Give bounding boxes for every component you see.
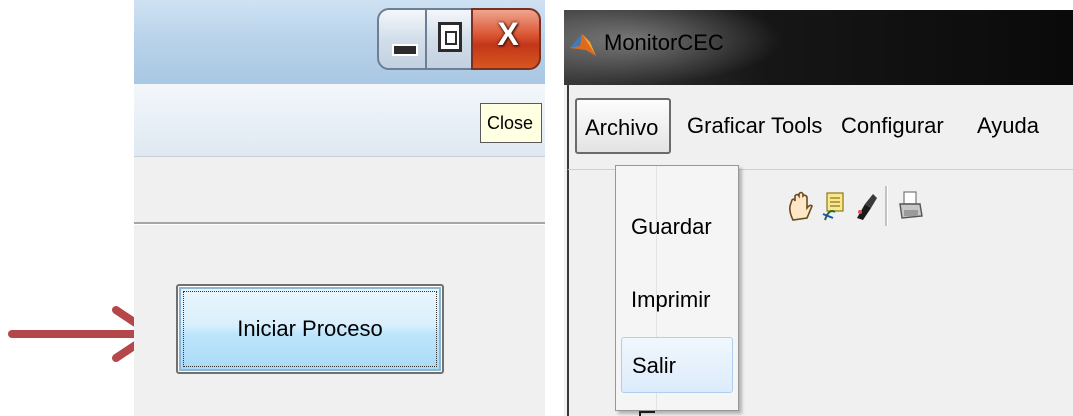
menu-graficar[interactable]: Graficar xyxy=(681,98,771,154)
brush-icon[interactable] xyxy=(851,190,881,222)
close-button[interactable]: X xyxy=(471,8,541,70)
minimize-button[interactable] xyxy=(377,8,427,70)
menu-item-salir[interactable]: Salir xyxy=(621,337,733,393)
restore-button[interactable] xyxy=(425,8,473,70)
window-titlebar: MonitorCEC xyxy=(564,10,1073,85)
menu-item-imprimir[interactable]: Imprimir xyxy=(621,272,733,328)
close-icon: X xyxy=(497,16,519,52)
archivo-dropdown-menu: Guardar Imprimir Salir xyxy=(615,165,739,411)
hand-icon[interactable] xyxy=(785,190,815,222)
close-tooltip: Close xyxy=(480,103,542,143)
menu-ayuda[interactable]: Ayuda xyxy=(971,98,1045,154)
right-window: MonitorCEC Archivo Graficar Tools Config… xyxy=(564,10,1073,416)
start-process-button[interactable]: Iniciar Proceso xyxy=(176,284,444,374)
separator xyxy=(134,222,545,225)
matlab-icon xyxy=(570,34,596,56)
menu-item-guardar[interactable]: Guardar xyxy=(621,199,733,255)
restore-icon xyxy=(438,22,462,52)
minimize-icon xyxy=(392,44,418,56)
window-title: MonitorCEC xyxy=(604,30,724,55)
menu-archivo[interactable]: Archivo xyxy=(575,98,671,154)
data-cursor-icon[interactable] xyxy=(819,190,849,222)
window-titlebar: X xyxy=(134,0,545,84)
print-icon[interactable] xyxy=(896,190,926,222)
menu-tools[interactable]: Tools xyxy=(765,98,828,154)
menu-configurar[interactable]: Configurar xyxy=(835,98,950,154)
toolbar-separator xyxy=(885,186,888,226)
menu-bar: Archivo Graficar Tools Configurar Ayuda xyxy=(567,85,1073,169)
axes-corner xyxy=(639,411,655,416)
